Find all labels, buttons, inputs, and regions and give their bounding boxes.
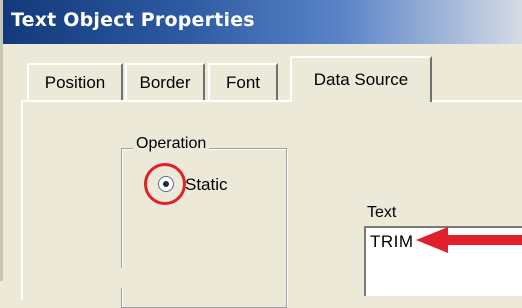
tab-label: Data Source [313, 70, 409, 89]
window-title: Text Object Properties [11, 9, 255, 31]
tab-label: Position [44, 73, 106, 92]
tab-border[interactable]: Border [125, 63, 205, 101]
tab-data-source[interactable]: Data Source [290, 56, 432, 102]
tab-font[interactable]: Font [208, 63, 278, 101]
tab-position[interactable]: Position [27, 63, 123, 101]
tab-label: Border [139, 73, 191, 92]
text-input-value: TRIM [370, 232, 414, 251]
operation-legend: Operation [133, 135, 210, 153]
operation-groupbox [121, 148, 287, 308]
groupbox-gap [121, 268, 124, 288]
dialog-window: Text Object Properties Position Border F… [0, 0, 522, 308]
title-bar: Text Object Properties [3, 0, 522, 44]
red-highlight-circle [144, 163, 186, 205]
text-field-label: Text [367, 204, 397, 221]
static-radio-label[interactable]: Static [185, 175, 228, 195]
tab-label: Font [225, 73, 261, 92]
red-arrow-icon [416, 227, 522, 253]
